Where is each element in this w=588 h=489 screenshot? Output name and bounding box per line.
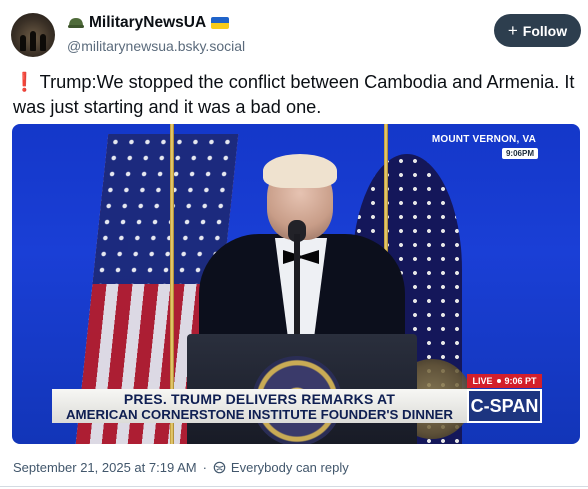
caption-banner: PRES. TRUMP DELIVERS REMARKS AT AMERICAN… [52, 389, 467, 423]
separator: · [202, 460, 207, 475]
video-time-badge: 9:06PM [501, 148, 538, 159]
exclamation-icon: ❗ [13, 72, 36, 92]
video-player[interactable]: MOUNT VERNON, VA 9:06PM LIVE 9:06 PT PRE… [12, 124, 580, 444]
live-time: 9:06 PT [504, 376, 537, 386]
avatar-figure [40, 34, 46, 51]
social-post: MilitaryNewsUA @militarynewsua.bsky.soci… [0, 0, 588, 489]
reply-setting[interactable]: Everybody can reply [231, 460, 349, 475]
live-label: LIVE [472, 376, 493, 386]
follow-button-label: Follow [522, 22, 568, 39]
follow-button[interactable]: + Follow [494, 14, 581, 47]
author-name-row[interactable]: MilitaryNewsUA [67, 14, 230, 32]
live-dot-icon [496, 379, 501, 383]
author-handle[interactable]: @militarynewsua.bsky.social [67, 38, 245, 54]
post-footer: September 21, 2025 at 7:19 AM · Everybod… [13, 460, 349, 475]
avatar[interactable] [11, 13, 55, 57]
network-logo: C-SPAN [467, 389, 542, 423]
post-text: ❗ Trump:We stopped the conflict between C… [13, 70, 575, 120]
author-display-name[interactable]: MilitaryNewsUA [89, 14, 206, 32]
caption-line-2: AMERICAN CORNERSTONE INSTITUTE FOUNDER'S… [65, 407, 454, 422]
ukraine-flag-icon [211, 17, 230, 29]
avatar-figure [30, 31, 36, 51]
post-body: Trump:We stopped the conflict between Ca… [13, 72, 575, 117]
post-date[interactable]: September 21, 2025 at 7:19 AM [13, 460, 197, 475]
globe-icon [213, 461, 226, 474]
avatar-figure [20, 35, 26, 51]
caption-line-1: PRES. TRUMP DELIVERS REMARKS AT [123, 391, 396, 407]
divider [0, 486, 588, 487]
microphone-stand [294, 234, 300, 334]
live-indicator: LIVE 9:06 PT [467, 374, 542, 388]
plus-icon: + [507, 20, 518, 40]
video-location: MOUNT VERNON, VA [431, 134, 536, 145]
helmet-icon [68, 18, 84, 28]
